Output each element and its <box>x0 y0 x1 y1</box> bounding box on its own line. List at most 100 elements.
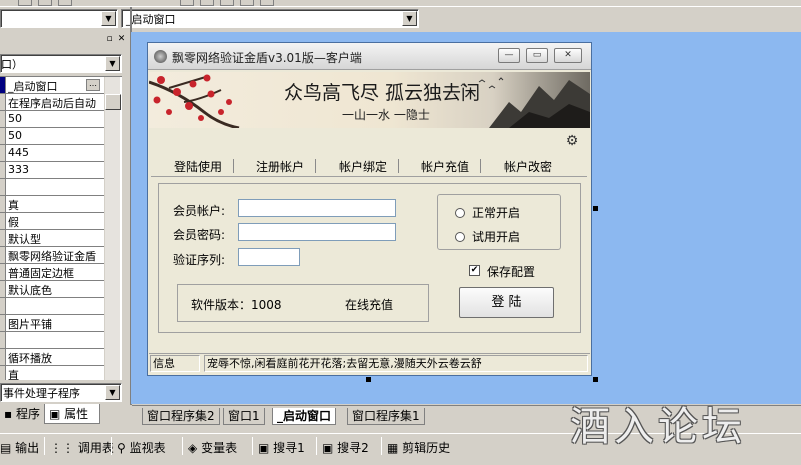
minimize-button[interactable]: — <box>498 48 520 63</box>
password-input[interactable] <box>238 223 396 241</box>
scrollbar-thumb[interactable] <box>105 94 121 110</box>
property-row[interactable]: 假 <box>0 213 104 230</box>
property-row[interactable] <box>0 179 104 196</box>
login-panel: 会员帐户: 会员密码: 验证序列: 正常开启 试用开启 ✔ 保存配置 软件版本：… <box>158 183 581 333</box>
toolbar-button[interactable] <box>240 0 254 6</box>
class-combo[interactable]: ▼ <box>0 9 118 28</box>
close-icon[interactable]: ✕ <box>116 34 127 45</box>
property-value: 默认型 <box>8 233 41 246</box>
tab-separator <box>233 159 234 173</box>
left-panel-tabs: ▪ 程序 ▣ 属性 <box>0 404 130 426</box>
radio-trial[interactable] <box>455 232 465 242</box>
resize-handle[interactable] <box>593 377 598 382</box>
separator <box>381 437 382 455</box>
toolbar-button[interactable] <box>18 0 32 6</box>
property-value: 默认底色 <box>8 284 52 297</box>
app-icon <box>154 50 167 63</box>
window-combo-value: _启动窗口 <box>126 13 176 26</box>
maximize-button[interactable]: ▭ <box>526 48 548 63</box>
clip-history-tab[interactable]: ▦ 剪辑历史 <box>387 439 450 456</box>
chevron-down-icon[interactable]: ▼ <box>402 11 417 26</box>
property-value: 真 <box>8 199 19 212</box>
chevron-down-icon[interactable]: ▼ <box>101 11 116 26</box>
window-title: 飘零网络验证金盾v3.01版—客户端 <box>172 51 362 65</box>
radio-trial-label: 试用开启 <box>472 230 521 244</box>
mode-group: 正常开启 试用开启 <box>437 194 561 250</box>
save-config-checkbox[interactable]: ✔ <box>469 265 480 276</box>
watch-table-tab[interactable]: ⚲ 监视表 <box>117 439 166 456</box>
close-button[interactable]: ✕ <box>554 48 582 63</box>
program-icon: ▪ <box>4 407 13 421</box>
property-row[interactable]: 循环播放 <box>0 349 104 366</box>
property-value: 循环播放 <box>8 352 52 365</box>
property-value: 50 <box>8 129 22 142</box>
variable-table-tab[interactable]: ◈ 变量表 <box>188 439 237 456</box>
toolbar-button[interactable] <box>200 0 214 6</box>
tab-register[interactable]: 注册帐户 <box>256 158 304 175</box>
property-row[interactable]: 直 <box>0 366 104 380</box>
property-row[interactable]: 默认型 <box>0 230 104 247</box>
separator <box>44 437 45 455</box>
window-title-bar[interactable]: 飘零网络验证金盾v3.01版—客户端 — ▭ ✕ <box>148 43 591 70</box>
property-row[interactable]: 默认底色 <box>0 281 104 298</box>
call-table-tab[interactable]: ⋮⋮ 调用表 <box>50 439 114 456</box>
search1-tab[interactable]: ▣ 搜寻1 <box>258 439 305 456</box>
property-row[interactable]: 445 <box>0 145 104 162</box>
output-tab[interactable]: ▤ 输出 <box>0 439 39 456</box>
password-label: 会员密码: <box>173 228 226 242</box>
tab-bind-account[interactable]: 帐户绑定 <box>339 158 387 175</box>
property-row[interactable]: 50 <box>0 128 104 145</box>
chevron-down-icon[interactable]: ▼ <box>105 385 120 400</box>
captcha-input[interactable] <box>238 248 300 266</box>
resize-handle[interactable] <box>366 377 371 382</box>
tab-login[interactable]: 登陆使用 <box>174 158 222 175</box>
property-row[interactable]: 333 <box>0 162 104 179</box>
online-recharge-link[interactable]: 在线充值 <box>345 296 393 313</box>
resize-handle[interactable] <box>593 206 598 211</box>
settings-gear-icon[interactable]: ⚙ <box>562 133 582 149</box>
object-combo[interactable]: 口） ▼ <box>0 54 122 73</box>
toolbar-button[interactable] <box>180 0 194 6</box>
tab-startup-window[interactable]: _启动窗口 <box>272 408 337 425</box>
radio-normal[interactable] <box>455 208 465 218</box>
toolbar-button[interactable] <box>220 0 234 6</box>
account-input[interactable] <box>238 199 396 217</box>
event-combo[interactable]: 事件处理子程序 ▼ <box>0 383 122 402</box>
toolbar-button[interactable] <box>38 0 52 6</box>
radio-normal-label: 正常开启 <box>472 206 521 220</box>
login-button[interactable]: 登 陆 <box>459 287 554 318</box>
toolbar-button[interactable] <box>58 0 72 6</box>
tab-window-1[interactable]: 窗口1 <box>223 408 265 425</box>
toolbar-button[interactable] <box>260 0 274 6</box>
property-value: 假 <box>8 216 19 229</box>
property-row[interactable]: _启动窗口… <box>0 77 104 94</box>
tab-separator <box>480 159 481 173</box>
tab-properties[interactable]: ▣ 属性 <box>44 404 100 424</box>
designed-window[interactable]: 飘零网络验证金盾v3.01版—客户端 — ▭ ✕ 众鸟高飞尽 孤云独去闲 一山一… <box>147 42 592 376</box>
property-scrollbar[interactable] <box>104 77 121 380</box>
property-value: 飘零网络验证金盾 <box>8 250 96 263</box>
tab-change-password[interactable]: 帐户改密 <box>504 158 552 175</box>
pin-icon[interactable]: ▫ <box>104 34 115 45</box>
property-row[interactable]: 普通固定边框 <box>0 264 104 281</box>
search2-tab[interactable]: ▣ 搜寻2 <box>322 439 369 456</box>
status-message: 宠辱不惊,闲看庭前花开花落;去留无意,漫随天外云卷云舒 <box>204 355 588 372</box>
property-row[interactable]: 在程序启动后自动 <box>0 94 104 111</box>
property-row[interactable]: 真 <box>0 196 104 213</box>
property-row[interactable]: 图片平铺 <box>0 315 104 332</box>
account-label: 会员帐户: <box>173 204 226 218</box>
tab-program[interactable]: ▪ 程序 <box>0 404 40 424</box>
property-value: 图片平铺 <box>8 318 52 331</box>
object-combo-value: 口） <box>1 58 23 71</box>
chevron-down-icon[interactable]: ▼ <box>105 56 120 71</box>
tab-window-program-set-2[interactable]: 窗口程序集2 <box>142 408 220 425</box>
property-row[interactable]: 飘零网络验证金盾 <box>0 247 104 264</box>
property-row[interactable] <box>0 298 104 315</box>
ellipsis-button[interactable]: … <box>86 79 100 91</box>
window-combo[interactable]: _启动窗口 ▼ <box>121 9 419 28</box>
property-row[interactable] <box>0 332 104 349</box>
tab-window-program-set-1[interactable]: 窗口程序集1 <box>347 408 425 425</box>
tab-recharge[interactable]: 帐户充值 <box>421 158 469 175</box>
property-row[interactable]: 50 <box>0 111 104 128</box>
captcha-label: 验证序列: <box>173 253 226 267</box>
